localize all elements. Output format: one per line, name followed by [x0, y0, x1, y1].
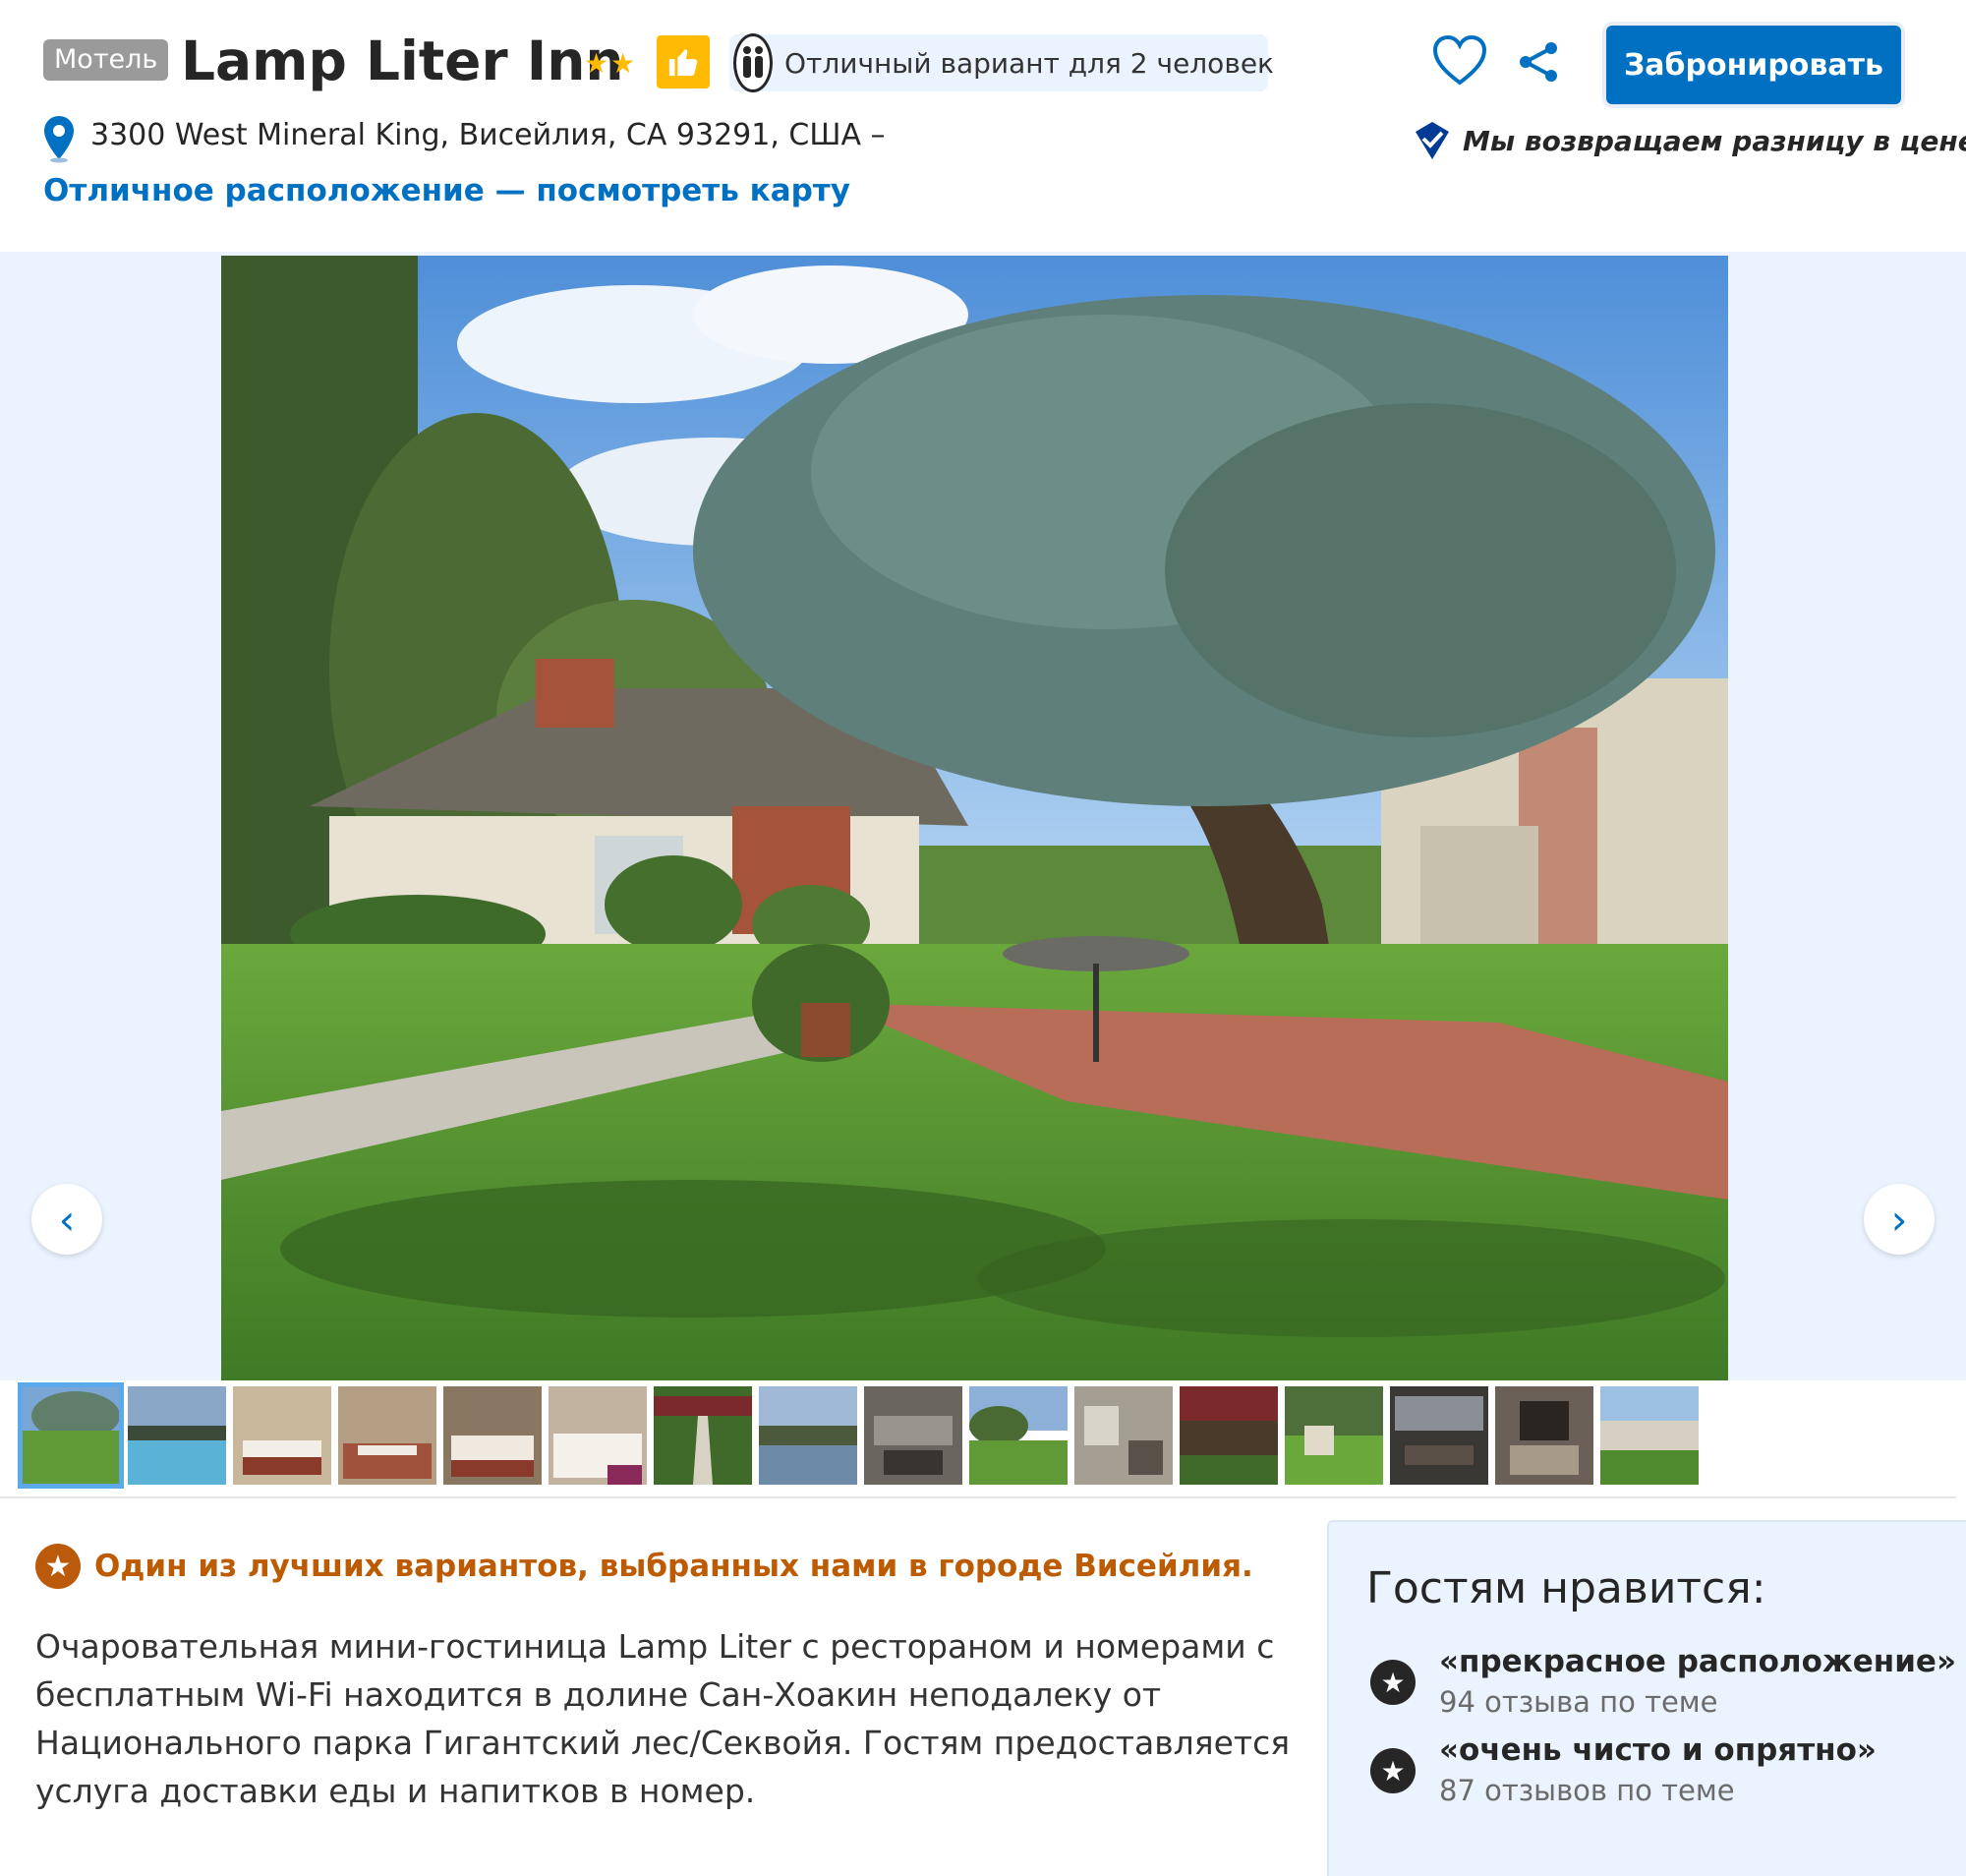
thumbnail-room-4[interactable]	[549, 1386, 647, 1485]
property-description: Очаровательная мини-гостиница Lamp Liter…	[35, 1627, 1291, 1810]
top-pick-banner: ★ Один из лучших вариантов, выбранных на…	[35, 1544, 1253, 1589]
thumbnail-bathroom[interactable]	[1495, 1386, 1593, 1485]
location-pin-icon	[44, 116, 74, 163]
guests-like-title: Гостям нравится:	[1366, 1563, 1766, 1613]
share-button[interactable]	[1516, 39, 1561, 85]
group-fit-badge: Отличный вариант для 2 человек	[729, 33, 1274, 92]
guest-like-count: 87 отзывов по теме	[1439, 1774, 1735, 1807]
property-header: Мотель Lamp Liter Inn ★ ★ Отличный вариа…	[0, 0, 1966, 252]
courtyard-photo	[221, 256, 1728, 1381]
star-badge-icon: ★	[35, 1544, 81, 1589]
star-icon: ★	[1370, 1748, 1416, 1793]
hotel-name: Lamp Liter Inn	[181, 29, 624, 92]
guest-like-count: 94 отзыва по теме	[1439, 1685, 1718, 1719]
guest-like-item[interactable]: ★ «прекрасное расположение» 94 отзыва по…	[1370, 1644, 1956, 1719]
next-photo-button[interactable]: ›	[1864, 1184, 1935, 1255]
property-address: 3300 West Mineral King, Висейлия, CA 932…	[90, 118, 886, 152]
reserve-button[interactable]: Забронировать	[1606, 26, 1901, 104]
guests-like-panel: Гостям нравится: ★ «прекрасное расположе…	[1327, 1520, 1966, 1876]
guest-like-item[interactable]: ★ «очень чисто и опрятно» 87 отзывов по …	[1370, 1732, 1877, 1807]
photo-gallery: ‹ ›	[0, 252, 1966, 1381]
thumbnail-room-3[interactable]	[443, 1386, 542, 1485]
thumbnail-strip	[0, 1380, 1966, 1495]
thumbnail-lawn[interactable]	[1285, 1386, 1383, 1485]
top-pick-text: Один из лучших вариантов, выбранных нами…	[94, 1549, 1253, 1584]
save-to-wishlist-button[interactable]	[1431, 33, 1488, 88]
share-icon	[1520, 42, 1557, 82]
main-photo[interactable]	[221, 256, 1728, 1381]
star-icon: ★	[1370, 1660, 1416, 1705]
thumbnail-lobby[interactable]	[1074, 1386, 1173, 1485]
section-divider	[0, 1496, 1956, 1498]
guest-like-quote: «прекрасное расположение»	[1439, 1644, 1956, 1679]
thumbnail-pool-2[interactable]	[759, 1386, 857, 1485]
guest-like-quote: «очень чисто и опрятно»	[1439, 1732, 1877, 1768]
show-map-link[interactable]: Отличное расположение — посмотреть карту	[43, 173, 850, 208]
thumbnail-dining-room[interactable]	[1390, 1386, 1488, 1485]
previous-photo-button[interactable]: ‹	[31, 1184, 102, 1255]
thumbnail-garden[interactable]	[969, 1386, 1068, 1485]
thumbnail-pool[interactable]	[128, 1386, 226, 1485]
group-fit-text: Отличный вариант для 2 человек	[784, 46, 1274, 80]
price-match-text: Мы возвращаем разницу в цене	[1463, 124, 1966, 157]
thumbnail-restaurant[interactable]	[864, 1386, 962, 1485]
thumbnail-walkway[interactable]	[654, 1386, 752, 1485]
star-icon: ★	[610, 47, 636, 80]
thumbnail-exterior[interactable]	[1600, 1386, 1699, 1485]
property-type-badge: Мотель	[43, 39, 169, 81]
price-match-guarantee[interactable]: Мы возвращаем разницу в цене	[1412, 120, 1966, 161]
thumbnail-courtyard[interactable]	[18, 1382, 124, 1489]
thumbnail-room-1[interactable]	[233, 1386, 331, 1485]
couple-icon	[733, 33, 773, 92]
star-icon: ★	[584, 47, 609, 80]
star-rating: ★ ★	[584, 47, 635, 81]
thumbs-up-icon	[657, 35, 710, 88]
heart-icon	[1432, 34, 1487, 86]
thumbnail-room-2[interactable]	[338, 1386, 436, 1485]
price-match-icon	[1416, 122, 1449, 159]
thumbnail-entrance[interactable]	[1180, 1386, 1278, 1485]
